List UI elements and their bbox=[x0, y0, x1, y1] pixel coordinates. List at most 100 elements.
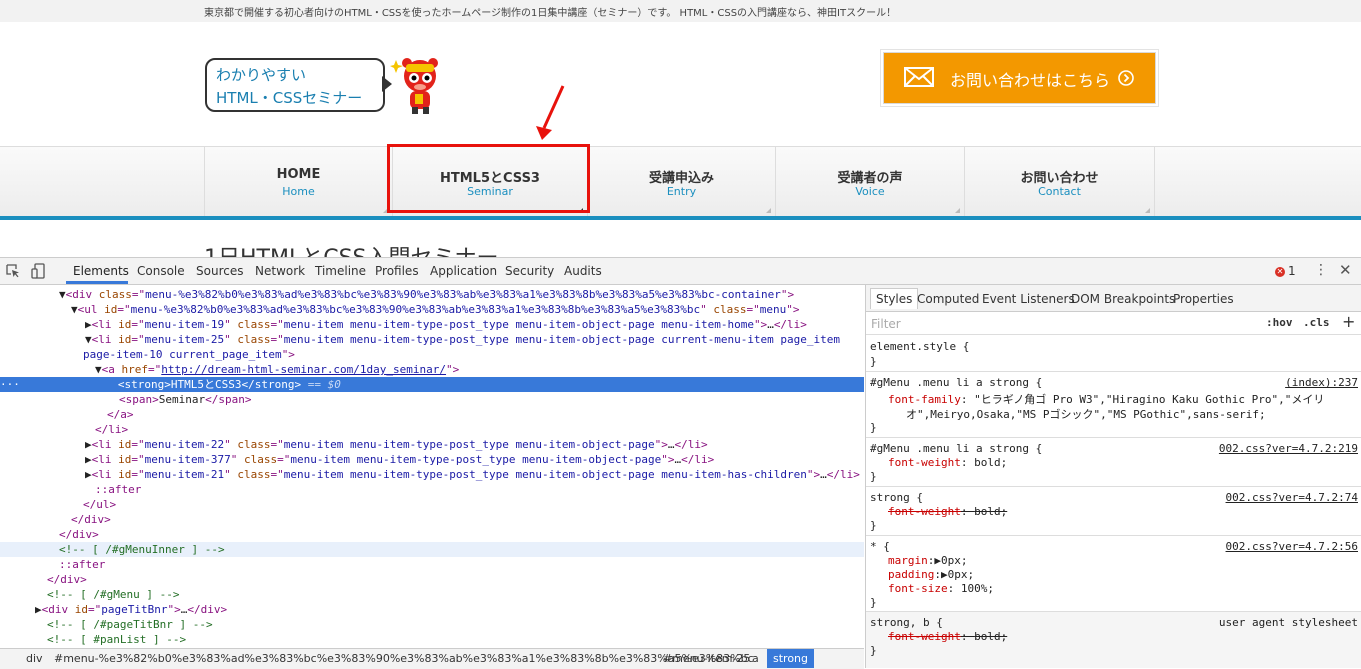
dom-row[interactable]: ▶<li id="menu-item-377" class="menu-item… bbox=[0, 452, 864, 467]
annotation-arrow-icon bbox=[536, 85, 565, 140]
dom-row[interactable]: ::after bbox=[0, 482, 864, 497]
site-tagline-bar: 東京都で開催する初心者向けのHTML・CSSを使ったホームページ制作の1日集中講… bbox=[0, 0, 1361, 22]
tab-sources[interactable]: Sources bbox=[196, 264, 243, 278]
rule-close: } bbox=[870, 470, 877, 483]
rule-source-link[interactable]: 002.css?ver=4.7.2:74 bbox=[1226, 491, 1358, 504]
span-text: Seminar bbox=[158, 393, 206, 406]
styles-pane: Styles Computed Event Listeners DOM Brea… bbox=[865, 285, 1361, 668]
new-rule-icon[interactable]: + bbox=[1342, 312, 1355, 331]
inspect-element-icon[interactable] bbox=[6, 264, 20, 278]
breadcrumb-item[interactable]: #menu-item-25 bbox=[663, 652, 750, 665]
mascot-character-icon bbox=[390, 58, 438, 114]
nav-item-contact[interactable]: お問い合わせ Contact bbox=[964, 147, 1155, 217]
css-declaration[interactable]: font-size: 100%; bbox=[888, 582, 994, 595]
dom-row[interactable]: <span>Seminar</span> bbox=[0, 392, 864, 407]
breadcrumb-item-active[interactable]: strong bbox=[767, 649, 815, 668]
tab-styles[interactable]: Styles bbox=[870, 288, 919, 309]
tab-timeline[interactable]: Timeline bbox=[315, 264, 366, 278]
error-icon: ✕ bbox=[1275, 267, 1285, 277]
attr-value: menu bbox=[759, 303, 787, 316]
pseudo-element: ::after bbox=[59, 558, 106, 571]
dom-row[interactable]: ▶<div id="pageTitBnr">…</div> bbox=[0, 602, 864, 617]
nav-item-title: お問い合わせ bbox=[1020, 171, 1099, 186]
logo-line-2: HTML・CSSセミナー bbox=[216, 89, 363, 107]
tab-event-listeners[interactable]: Event Listeners bbox=[982, 292, 1075, 306]
attr-value: menu-%e3%82%b0%e3%83%ad%e3%83%bc%e3%83%9… bbox=[130, 303, 701, 316]
nav-item-voice[interactable]: 受講者の声 Voice bbox=[775, 147, 964, 217]
dom-row[interactable]: <!-- [ /#gMenu ] --> bbox=[0, 587, 864, 602]
close-icon[interactable]: ✕ bbox=[1339, 261, 1352, 279]
arrow-circle-icon bbox=[1118, 70, 1134, 86]
active-tab-indicator bbox=[66, 281, 128, 284]
tab-security[interactable]: Security bbox=[505, 264, 554, 278]
device-toolbar-icon[interactable] bbox=[31, 263, 45, 279]
css-declaration[interactable]: padding:▶0px; bbox=[888, 568, 974, 581]
dom-row[interactable]: ▼<div class="menu-%e3%82%b0%e3%83%ad%e3%… bbox=[0, 287, 864, 302]
rule-source-link[interactable]: (index):237 bbox=[1285, 376, 1358, 389]
css-declaration-overridden[interactable]: font-weight: bold; bbox=[888, 505, 1007, 518]
dom-row[interactable]: </li> bbox=[0, 422, 864, 437]
rule-source-link[interactable]: 002.css?ver=4.7.2:219 bbox=[1219, 442, 1358, 455]
breadcrumb-item[interactable]: div bbox=[26, 652, 43, 665]
attr-value: menu-item menu-item-type-post_type menu-… bbox=[283, 333, 841, 346]
tab-properties[interactable]: Properties bbox=[1173, 292, 1234, 306]
attr-value: menu-item-19 bbox=[144, 318, 225, 331]
breadcrumb-item[interactable]: #menu-%e3%82%b0%e3%83%ad%e3%83%bc%e3%83%… bbox=[54, 652, 754, 665]
dom-row[interactable]: ▶<li id="menu-item-22" class="menu-item … bbox=[0, 437, 864, 452]
dom-row[interactable]: page-item-10 current_page_item"> bbox=[0, 347, 864, 362]
css-declaration[interactable]: margin:▶0px; bbox=[888, 554, 968, 567]
rule-selector: #gMenu .menu li a strong { bbox=[870, 442, 1043, 455]
nav-item-subtitle: Home bbox=[282, 185, 315, 198]
dom-row[interactable]: <!-- [ #panList ] --> bbox=[0, 632, 864, 647]
dom-row[interactable]: ▼<a href="http://dream-html-seminar.com/… bbox=[0, 362, 864, 377]
tab-audits[interactable]: Audits bbox=[564, 264, 602, 278]
attr-value: menu-item menu-item-type-post_type menu-… bbox=[283, 468, 807, 481]
cls-toggle[interactable]: .cls bbox=[1303, 316, 1330, 329]
contact-button[interactable]: お問い合わせはこちら bbox=[883, 52, 1156, 104]
site-logo[interactable]: わかりやすい HTML・CSSセミナー bbox=[205, 58, 385, 112]
css-declaration-overridden: font-weight: bold; bbox=[888, 630, 1008, 643]
error-count-badge[interactable]: ✕ 1 bbox=[1275, 264, 1296, 278]
hov-toggle[interactable]: :hov bbox=[1266, 316, 1293, 329]
dom-row[interactable]: </div> bbox=[0, 572, 864, 587]
rule-source: user agent stylesheet bbox=[1218, 616, 1358, 629]
rule-source-link[interactable]: 002.css?ver=4.7.2:56 bbox=[1226, 540, 1358, 553]
tab-dom-breakpoints[interactable]: DOM Breakpoints bbox=[1071, 292, 1175, 306]
nav-item-entry[interactable]: 受講申込み Entry bbox=[587, 147, 775, 217]
html-comment: <!-- [ /#gMenuInner ] --> bbox=[59, 543, 225, 556]
dom-row[interactable]: </div> bbox=[0, 512, 864, 527]
nav-item-title: HOME bbox=[276, 167, 321, 182]
css-declaration[interactable]: font-weight: bold; bbox=[888, 456, 1007, 469]
rule-close: } bbox=[870, 519, 877, 532]
more-options-icon[interactable]: ⋮ bbox=[1314, 262, 1328, 278]
dom-row-selected[interactable]: ··· <strong>HTML5とCSS3</strong> == $0 bbox=[0, 377, 864, 392]
tab-elements[interactable]: Elements bbox=[73, 264, 129, 278]
strong-text: HTML5とCSS3 bbox=[170, 378, 242, 391]
href-link[interactable]: http://dream-html-seminar.com/1day_semin… bbox=[161, 363, 446, 376]
attr-value: menu-item menu-item-type-post_type menu-… bbox=[283, 318, 754, 331]
breadcrumb-item[interactable]: a bbox=[752, 652, 759, 665]
dom-row[interactable]: </div> bbox=[0, 527, 864, 542]
rule-selector: * { bbox=[870, 540, 890, 553]
nav-item-home[interactable]: HOME Home bbox=[204, 147, 392, 217]
annotation-highlight-box bbox=[387, 144, 590, 213]
tab-network[interactable]: Network bbox=[255, 264, 305, 278]
dom-row[interactable]: ▼<ul id="menu-%e3%82%b0%e3%83%ad%e3%83%b… bbox=[0, 302, 864, 317]
dom-row[interactable]: </ul> bbox=[0, 497, 864, 512]
dom-row[interactable]: ::after bbox=[0, 557, 864, 572]
css-declaration[interactable]: font-family: "ヒラギノ角ゴ Pro W3","Hiragino K… bbox=[888, 391, 1324, 407]
attr-value: page-item-10 current_page_item bbox=[83, 348, 282, 361]
tab-console[interactable]: Console bbox=[137, 264, 185, 278]
tab-computed[interactable]: Computed bbox=[917, 292, 979, 306]
tab-application[interactable]: Application bbox=[430, 264, 497, 278]
dom-row[interactable]: ▼<li id="menu-item-25" class="menu-item … bbox=[0, 332, 864, 347]
devtools-toolbar: Elements Console Sources Network Timelin… bbox=[0, 258, 1361, 285]
dom-row[interactable]: <!-- [ /#gMenuInner ] --> bbox=[0, 542, 864, 557]
dom-row[interactable]: </a> bbox=[0, 407, 864, 422]
dom-row[interactable]: <!-- [ /#pageTitBnr ] --> bbox=[0, 617, 864, 632]
filter-input[interactable]: Filter bbox=[871, 317, 901, 331]
rule-close: } bbox=[870, 421, 877, 434]
dom-row[interactable]: ▶<li id="menu-item-21" class="menu-item … bbox=[0, 467, 864, 482]
dom-row[interactable]: ▶<li id="menu-item-19" class="menu-item … bbox=[0, 317, 864, 332]
tab-profiles[interactable]: Profiles bbox=[375, 264, 419, 278]
